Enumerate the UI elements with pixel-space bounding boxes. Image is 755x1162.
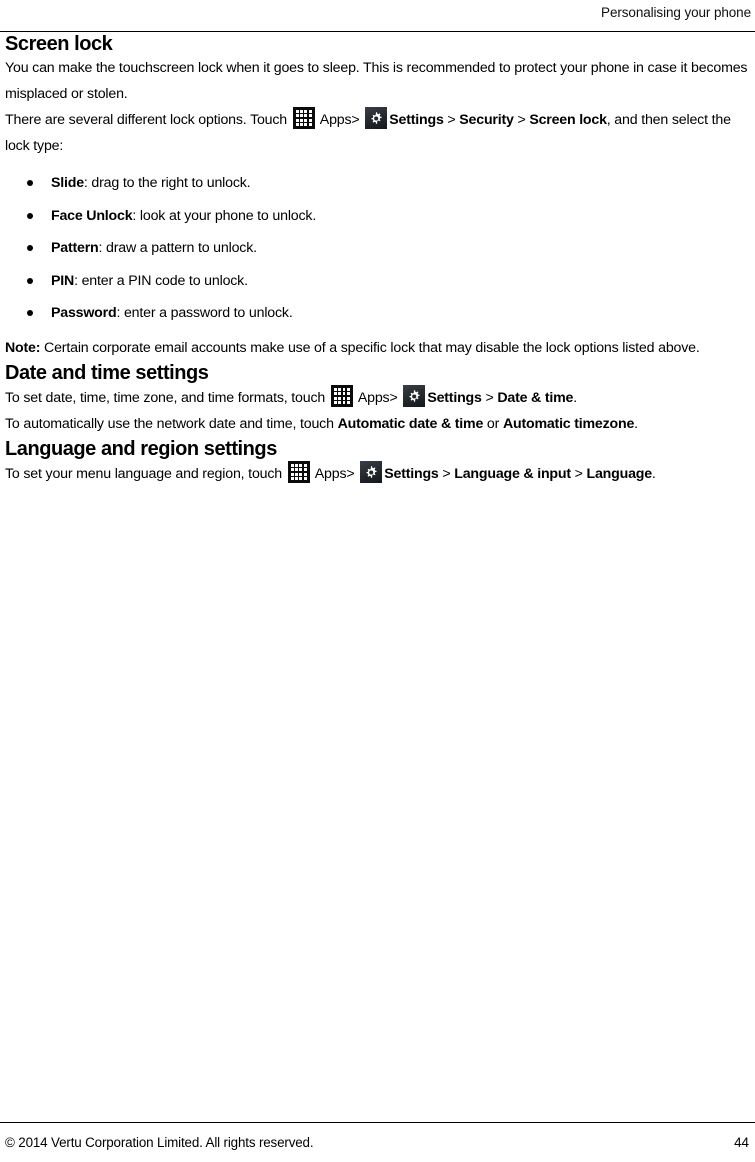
document-page: Personalising your phone Screen lock You…: [0, 0, 755, 1162]
paragraph-language-path: To set your menu language and region, to…: [5, 461, 751, 488]
path-separator-1: >: [346, 466, 355, 482]
label-screen-lock: Screen lock: [529, 112, 607, 128]
paragraph-screen-lock-intro: You can make the touchscreen lock when i…: [5, 60, 748, 102]
list-item: Slide: drag to the right to unlock.: [5, 173, 751, 193]
label-apps: Apps: [357, 390, 390, 406]
gear-icon: [403, 385, 426, 407]
list-item: Face Unlock: look at your phone to unloc…: [5, 206, 751, 226]
label-settings: Settings: [389, 112, 444, 128]
page-footer: © 2014 Vertu Corporation Limited. All ri…: [0, 1122, 755, 1162]
gear-icon: [360, 461, 383, 483]
list-item: Pattern: draw a pattern to unlock.: [5, 238, 751, 258]
lock-option-term: Pattern: [51, 240, 99, 256]
bullet-icon: [27, 310, 33, 316]
list-item: Password: enter a password to unlock.: [5, 303, 751, 323]
text-auto-lead: To automatically use the network date an…: [5, 415, 334, 432]
apps-grid-icon: [330, 385, 353, 407]
lock-option-term: Slide: [51, 175, 84, 191]
label-apps: Apps: [319, 112, 352, 128]
apps-grid-icon: [287, 461, 310, 483]
lock-option-desc: : look at your phone to unlock.: [132, 207, 317, 224]
path-separator-3: >: [517, 112, 526, 128]
apps-grid-dots: [333, 388, 350, 404]
lock-option-term: Face Unlock: [51, 207, 133, 224]
label-security: Security: [459, 112, 514, 128]
path-separator-3: >: [574, 466, 583, 482]
bullet-icon: [27, 245, 33, 251]
path-separator-2: >: [485, 390, 494, 406]
label-settings: Settings: [427, 390, 482, 406]
apps-grid-icon: [292, 107, 315, 129]
bullet-icon: [27, 277, 33, 284]
footer-divider-rule: [0, 1122, 755, 1123]
lock-option-desc: : enter a password to unlock.: [116, 305, 293, 321]
bullet-icon: [27, 212, 33, 219]
paragraph-screen-lock-note: Note: Certain corporate email accounts m…: [5, 336, 751, 362]
text-language-lead: To set your menu language and region, to…: [5, 466, 282, 482]
apps-grid-dots: [290, 464, 307, 480]
path-separator-2: >: [442, 466, 451, 482]
paragraph-screen-lock-path: There are several different lock options…: [5, 107, 751, 159]
gear-icon: [365, 107, 388, 129]
note-text: Certain corporate email accounts make us…: [40, 339, 700, 356]
path-separator-1: >: [389, 390, 398, 406]
label-settings: Settings: [384, 466, 439, 482]
apps-grid-dots: [295, 110, 312, 126]
label-automatic-date-and-time: Automatic date & time: [337, 415, 484, 432]
lock-option-term: Password: [51, 305, 117, 321]
label-apps: Apps: [314, 466, 347, 482]
path-separator-1: >: [351, 112, 360, 128]
label-automatic-timezone: Automatic timezone: [502, 415, 635, 432]
lock-option-desc: : drag to the right to unlock.: [83, 175, 251, 191]
note-label: Note:: [5, 339, 41, 356]
page-header: Personalising your phone: [0, 0, 755, 32]
lock-options-list: Slide: drag to the right to unlock. Face…: [5, 173, 751, 323]
label-date-and-time: Date & time: [497, 390, 574, 406]
heading-date-and-time-settings: Date and time settings: [5, 362, 209, 384]
running-header-title: Personalising your phone: [601, 5, 751, 20]
label-language-and-input: Language & input: [454, 466, 571, 482]
bullet-icon: [27, 180, 33, 186]
footer-content: © 2014 Vertu Corporation Limited. All ri…: [5, 1135, 749, 1151]
paragraph-date-time-path: To set date, time, time zone, and time f…: [5, 385, 751, 412]
heading-screen-lock: Screen lock: [5, 33, 113, 55]
text-auto-or: or: [483, 415, 503, 432]
text-date-time-lead: To set date, time, time zone, and time f…: [5, 390, 326, 406]
text-language-tail: .: [651, 466, 656, 482]
text-auto-tail: .: [634, 415, 638, 432]
lock-option-term: PIN: [51, 272, 75, 289]
label-language: Language: [586, 466, 653, 482]
path-separator-2: >: [447, 112, 456, 128]
lock-option-desc: : enter a PIN code to unlock.: [74, 272, 248, 289]
list-item: PIN: enter a PIN code to unlock.: [5, 271, 751, 291]
text-date-time-tail: .: [573, 390, 577, 406]
copyright-text: © 2014 Vertu Corporation Limited. All ri…: [5, 1135, 314, 1150]
page-number: 44: [734, 1135, 749, 1150]
text-lock-options-lead: There are several different lock options…: [5, 112, 288, 128]
page-content: Screen lock You can make the touchscreen…: [0, 32, 755, 488]
paragraph-automatic-date-time: To automatically use the network date an…: [5, 412, 751, 438]
heading-language-and-region-settings: Language and region settings: [5, 438, 277, 460]
lock-option-desc: : draw a pattern to unlock.: [98, 240, 257, 256]
